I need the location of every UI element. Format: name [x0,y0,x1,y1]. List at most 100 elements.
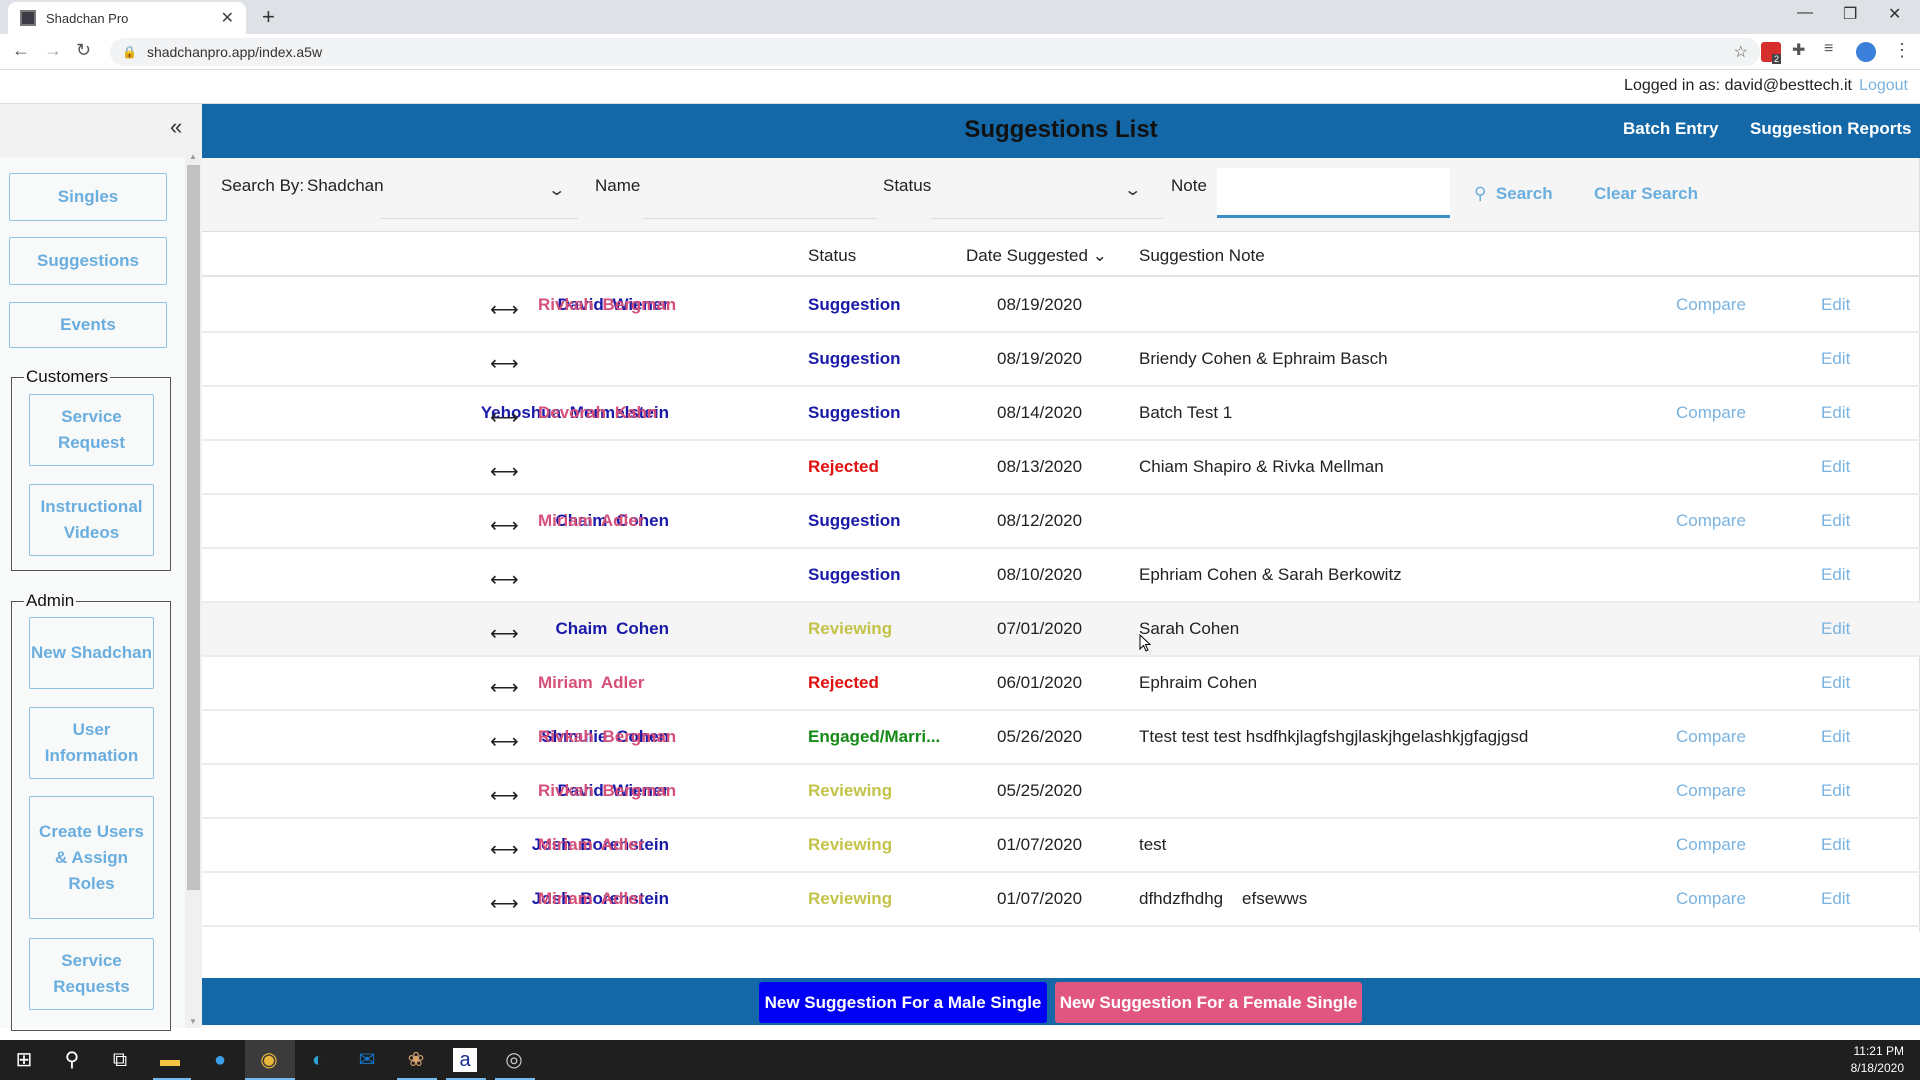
edit-link[interactable]: Edit [1821,781,1850,801]
windows-start-icon[interactable]: ⊞ [12,1048,36,1072]
female-single-link[interactable]: Rivkah Bergman [538,295,676,315]
minimize-icon[interactable]: — [1797,4,1813,22]
alpha-anywhere-icon[interactable]: a [453,1048,477,1072]
browser-menu-icon[interactable]: ⋮ [1893,40,1911,61]
compare-link[interactable]: Compare [1676,295,1746,315]
table-row[interactable]: David Wiener ⟷ Rivkah Bergman Reviewing 05/2… [202,765,1920,819]
table-row[interactable]: ⟷ Rejected 08/13/2020 Chiam Shapiro & Rivka… [202,441,1920,495]
compare-link[interactable]: Compare [1676,781,1746,801]
edit-link[interactable]: Edit [1821,295,1850,315]
system-clock[interactable]: 11:21 PM 8/18/2020 [1851,1043,1904,1077]
chrome-icon[interactable]: ◉ [257,1048,281,1072]
female-single-link[interactable]: Miriam Adler [538,673,644,693]
back-icon[interactable]: ← [12,40,30,61]
restore-icon[interactable]: ❐ [1843,4,1857,24]
name-input[interactable] [643,218,877,219]
date-suggested: 01/07/2020 [997,835,1083,854]
table-row[interactable]: Josh Borenstein ⟷ Miriam Adler Reviewing 01/… [202,873,1920,927]
url-field[interactable]: 🔒 shadchanpro.app/index.a5w ☆ [110,38,1760,66]
clear-search-button[interactable]: Clear Search [1594,184,1698,204]
edit-link[interactable]: Edit [1821,619,1850,639]
extensions-puzzle-icon[interactable]: ✚ [1792,40,1805,60]
browser-tab[interactable]: Shadchan Pro ✕ [8,2,246,34]
table-row[interactable]: Yehoshua Mermelstein ⟷ Devorah Kahn Suggest… [202,387,1920,441]
edit-link[interactable]: Edit [1821,565,1850,585]
extension-blue-icon[interactable] [1856,42,1876,62]
table-row[interactable]: Shmulie Cohen ⟷ Rivkah Bergman Engaged/Marr… [202,711,1920,765]
new-tab-icon[interactable]: + [262,4,275,30]
female-single-link[interactable]: Rivkah Bergman [538,781,676,801]
edit-link[interactable]: Edit [1821,673,1850,693]
collapse-sidebar-icon[interactable]: « [170,114,182,140]
edit-link[interactable]: Edit [1821,727,1850,747]
table-row[interactable]: Chaim Cohen ⟷ Reviewing 07/01/2020 Sarah Coh… [202,603,1920,657]
sidebar-item-instructional-videos[interactable]: Instructional Videos [29,484,154,556]
column-date-suggested[interactable]: Date Suggested ⌄ [966,246,1107,266]
edge-icon[interactable]: ◐ [306,1048,330,1072]
compare-link[interactable]: Compare [1676,889,1746,909]
tools-app-icon[interactable]: ● [208,1048,232,1072]
outlook-icon[interactable]: ✉ [355,1048,379,1072]
table-row[interactable]: Chaim Cohen ⟷ Miriam Adler Suggestion 08/12/… [202,495,1920,549]
new-suggestion-female-button[interactable]: New Suggestion For a Female Single [1055,982,1362,1023]
edit-link[interactable]: Edit [1821,511,1850,531]
table-row[interactable]: ⟷ Suggestion 08/10/2020 Ephriam Cohen & Sar… [202,549,1920,603]
scroll-down-icon[interactable]: ▼ [189,1017,197,1026]
sidebar-item-service-requests[interactable]: Service Requests [29,938,154,1010]
scrollbar-thumb[interactable] [187,165,200,890]
compare-link[interactable]: Compare [1676,727,1746,747]
batch-entry-link[interactable]: Batch Entry [1623,119,1718,139]
column-suggestion-note[interactable]: Suggestion Note [1139,246,1265,266]
compare-link[interactable]: Compare [1676,403,1746,423]
sidebar-item-new-shadchan[interactable]: New Shadchan [29,617,154,689]
table-row[interactable]: ⟷ Suggestion 08/19/2020 Briendy Cohen & Eph… [202,333,1920,387]
sidebar-item-events[interactable]: Events [9,302,167,348]
edit-link[interactable]: Edit [1821,349,1850,369]
sidebar-item-create-users-assign-roles[interactable]: Create Users & Assign Roles [29,796,154,919]
search-button[interactable]: ⚲ Search [1474,184,1553,204]
navicat-icon[interactable]: ❀ [404,1048,428,1072]
edit-link[interactable]: Edit [1821,457,1850,477]
edit-link[interactable]: Edit [1821,403,1850,423]
status-chevron-down-icon[interactable]: ⌄ [1123,180,1142,200]
compare-link[interactable]: Compare [1676,835,1746,855]
female-single-link[interactable]: Devorah Kahn [538,403,657,423]
new-suggestion-male-button[interactable]: New Suggestion For a Male Single [759,982,1047,1023]
taskbar-search-icon[interactable]: ⚲ [60,1048,84,1072]
female-single-link[interactable]: Miriam Adler [538,835,644,855]
female-single-link[interactable]: Miriam Adler [538,889,644,909]
status-select[interactable] [931,218,1163,219]
status-badge: Suggestion [808,511,901,530]
table-row[interactable]: Josh Borenstein ⟷ Miriam Adler Reviewing 01/… [202,819,1920,873]
file-explorer-icon[interactable]: ▬ [158,1048,182,1072]
sidebar-item-service-request[interactable]: Service Request [29,394,154,466]
media-control-icon[interactable]: ≡ [1824,40,1833,58]
table-row[interactable]: David Wiener ⟷ Rivkah Bergman Suggestion 08/… [202,279,1920,333]
sort-chevron-down-icon: ⌄ [1092,246,1107,265]
female-single-link[interactable]: Rivkah Bergman [538,727,676,747]
sidebar-item-suggestions[interactable]: Suggestions [9,237,167,285]
window-close-icon[interactable]: ✕ [1888,4,1901,24]
bookmark-star-icon[interactable]: ☆ [1734,42,1748,62]
task-view-icon[interactable]: ⧉ [108,1048,132,1072]
suggestion-reports-link[interactable]: Suggestion Reports [1750,119,1912,139]
forward-icon[interactable]: → [44,40,62,61]
close-tab-icon[interactable]: ✕ [221,8,234,28]
table-row[interactable]: ⟷ Miriam Adler Rejected 06/01/2020 Ephraim C… [202,657,1920,711]
search-by-select[interactable]: Shadchan [307,176,384,196]
search-by-chevron-down-icon[interactable]: ⌄ [547,180,566,200]
female-single-link[interactable]: Miriam Adler [538,511,644,531]
note-input[interactable] [1217,168,1450,218]
male-single-link[interactable]: Chaim Cohen [555,619,669,639]
sidebar-scrollbar[interactable]: ▲ ▼ [185,150,202,1028]
logout-link[interactable]: Logout [1859,77,1908,95]
scroll-up-icon[interactable]: ▲ [189,152,197,161]
sidebar-item-singles[interactable]: Singles [9,173,167,221]
sidebar-item-user-information[interactable]: User Information [29,707,154,779]
column-status[interactable]: Status [808,246,856,266]
obs-icon[interactable]: ◎ [502,1048,526,1072]
edit-link[interactable]: Edit [1821,889,1850,909]
edit-link[interactable]: Edit [1821,835,1850,855]
compare-link[interactable]: Compare [1676,511,1746,531]
reload-icon[interactable]: ↻ [76,40,91,61]
